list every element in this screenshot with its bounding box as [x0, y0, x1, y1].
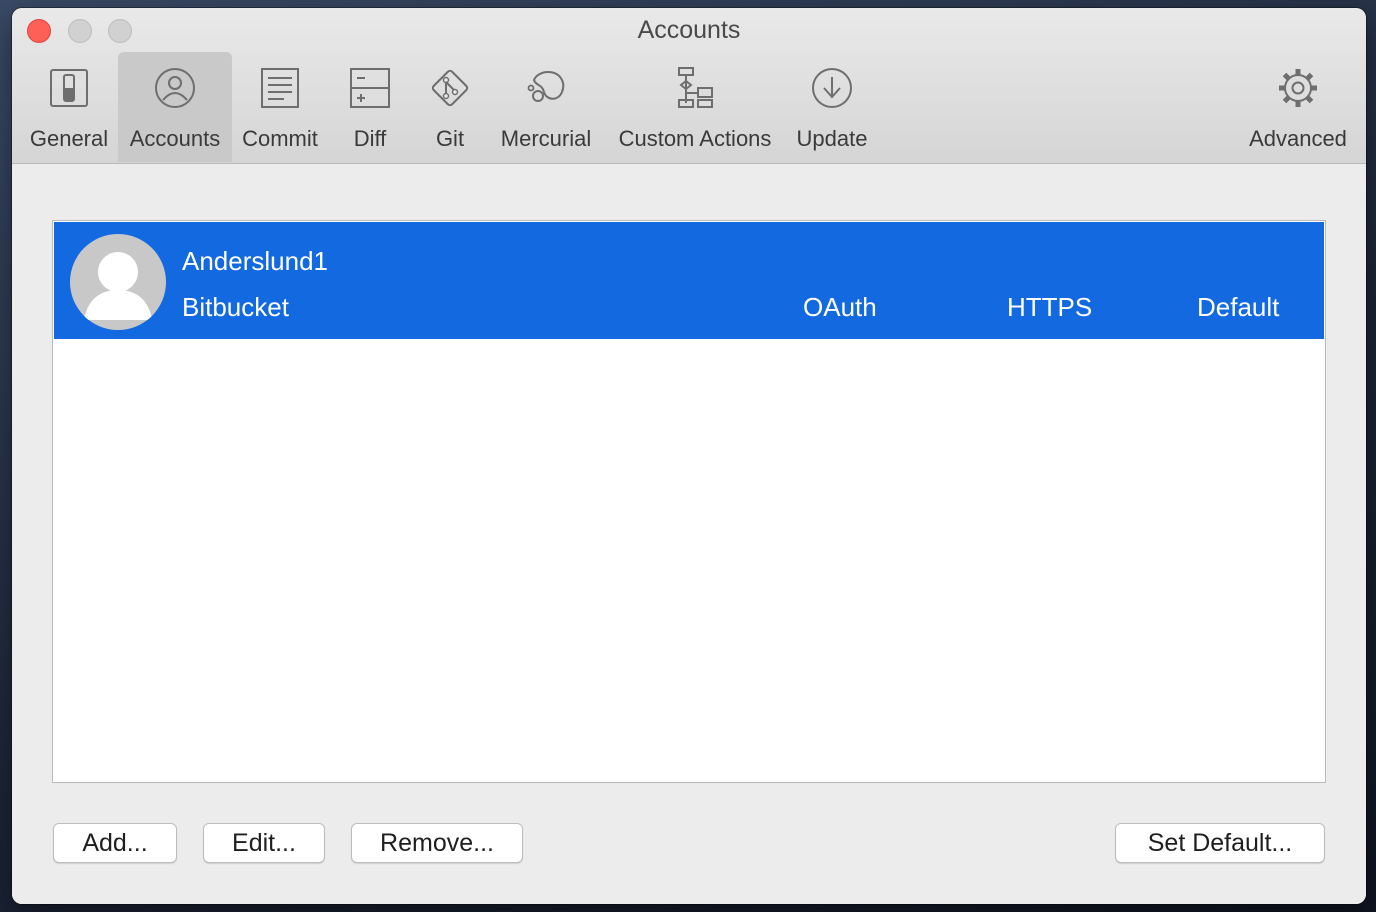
- account-row[interactable]: Anderslund1 Bitbucket OAuth HTTPS Defaul…: [54, 222, 1324, 339]
- titlebar-toolbar: Accounts General Accounts Commit Diff Gi…: [12, 8, 1366, 164]
- tab-accounts[interactable]: Accounts: [118, 52, 232, 162]
- accounts-list[interactable]: Anderslund1 Bitbucket OAuth HTTPS Defaul…: [52, 220, 1326, 783]
- tab-mercurial-label: Mercurial: [500, 126, 592, 151]
- tab-custom-actions-label: Custom Actions: [618, 126, 772, 151]
- person-circle-icon: [153, 66, 197, 110]
- document-lines-icon: [258, 66, 302, 110]
- remove-account-button[interactable]: Remove...: [351, 823, 523, 863]
- tab-custom-actions[interactable]: Custom Actions: [612, 52, 778, 162]
- tab-commit-label: Commit: [242, 126, 318, 151]
- general-switch-icon: [47, 66, 91, 110]
- download-arrow-icon: [810, 66, 854, 110]
- accounts-pane: Anderslund1 Bitbucket OAuth HTTPS Defaul…: [12, 164, 1366, 904]
- tab-update-label: Update: [796, 126, 868, 151]
- add-account-button[interactable]: Add...: [53, 823, 177, 863]
- flowchart-icon: [673, 66, 717, 110]
- gear-icon: [1276, 66, 1320, 110]
- account-host: Bitbucket: [182, 292, 289, 322]
- window-title: Accounts: [637, 16, 741, 44]
- tab-mercurial[interactable]: Mercurial: [498, 52, 594, 162]
- account-username: Anderslund1: [182, 246, 328, 276]
- avatar: [70, 234, 166, 330]
- tab-accounts-label: Accounts: [129, 126, 221, 151]
- git-diamond-icon: [428, 66, 472, 110]
- account-auth-type: OAuth: [803, 292, 877, 322]
- tab-git-label: Git: [435, 126, 465, 151]
- tab-general[interactable]: General: [18, 52, 120, 162]
- mercurial-icon: [524, 66, 568, 110]
- tab-update[interactable]: Update: [790, 52, 874, 162]
- account-default-badge: Default: [1197, 292, 1280, 322]
- tab-git[interactable]: Git: [412, 52, 488, 162]
- tab-diff[interactable]: Diff: [334, 52, 406, 162]
- account-protocol: HTTPS: [1007, 292, 1093, 322]
- set-default-button[interactable]: Set Default...: [1115, 823, 1325, 863]
- tab-advanced[interactable]: Advanced: [1248, 52, 1348, 162]
- preferences-window: Accounts General Accounts Commit Diff Gi…: [12, 8, 1366, 904]
- tab-advanced-label: Advanced: [1249, 126, 1347, 151]
- tab-commit[interactable]: Commit: [234, 52, 326, 162]
- edit-account-button[interactable]: Edit...: [203, 823, 325, 863]
- person-silhouette-icon: [84, 252, 152, 320]
- diff-icon: [348, 66, 392, 110]
